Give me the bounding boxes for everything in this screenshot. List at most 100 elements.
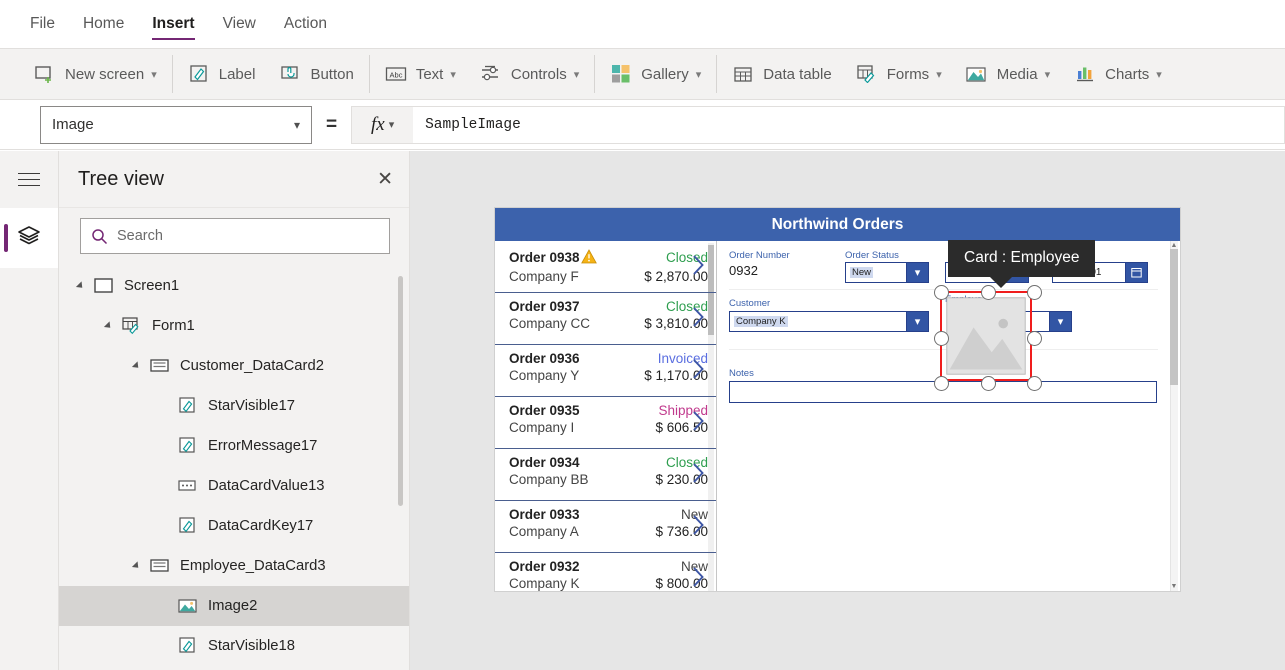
- media-icon: [966, 63, 988, 85]
- ribbon-divider: [171, 55, 173, 93]
- tree-node-label: DataCardKey17: [208, 518, 314, 534]
- tree-node-screen1[interactable]: Screen1: [59, 266, 409, 306]
- tree-node-datacardvalue13[interactable]: DataCardValue13: [59, 466, 409, 506]
- tree-view-panel: Tree view ✕ Search Screen1 Form1 Customer_…: [59, 151, 410, 670]
- charts-button[interactable]: Charts ▾: [1064, 54, 1172, 94]
- gallery-item[interactable]: Order 0934 Closed Company BB $ 230.00: [495, 449, 716, 501]
- fx-button[interactable]: fx ▾: [351, 105, 414, 144]
- tree-view-scrollbar[interactable]: [398, 276, 403, 506]
- order-id: Order 0936: [509, 351, 580, 366]
- label-button[interactable]: Label: [178, 54, 266, 94]
- resize-handle-sw[interactable]: [934, 376, 949, 391]
- text-button-label: Text: [415, 65, 444, 83]
- gallery-button[interactable]: Gallery ▾: [600, 54, 711, 94]
- tree-node-starvisible17[interactable]: StarVisible17: [59, 386, 409, 426]
- chevron-down-icon: ▾: [936, 68, 942, 81]
- search-placeholder: Search: [117, 228, 163, 244]
- selected-image-control[interactable]: [934, 285, 1042, 391]
- new-screen-button[interactable]: New screen ▾: [24, 54, 167, 94]
- chevron-right-icon[interactable]: [692, 358, 705, 380]
- order-number-value: 0932: [729, 263, 758, 278]
- tree-node-datacardkey17[interactable]: DataCardKey17: [59, 506, 409, 546]
- tree-node-errormessage17[interactable]: ErrorMessage17: [59, 426, 409, 466]
- charts-button-label: Charts: [1105, 65, 1150, 83]
- hamburger-menu-button[interactable]: [0, 151, 58, 208]
- resize-handle-e[interactable]: [1027, 330, 1042, 346]
- order-id: Order 0935: [509, 403, 580, 418]
- label-icon: [188, 63, 210, 85]
- tree-node-employee_datacard3[interactable]: Employee_DataCard3: [59, 546, 409, 586]
- left-rail: [0, 151, 59, 670]
- chevron-right-icon[interactable]: [692, 306, 705, 328]
- ribbon-divider: [368, 55, 370, 93]
- chevron-down-icon: ▾: [1049, 312, 1071, 331]
- forms-button-label: Forms: [886, 65, 930, 83]
- property-selector[interactable]: Image ▾: [40, 105, 312, 144]
- scroll-down-icon[interactable]: ▼: [1170, 582, 1178, 591]
- resize-handle-ne[interactable]: [1027, 285, 1042, 300]
- tooltip-tail: [990, 277, 1012, 288]
- order-id: Order 0934: [509, 455, 580, 470]
- form-scrollbar-thumb[interactable]: [1170, 249, 1178, 385]
- tree-node-label: Screen1: [124, 278, 180, 294]
- ribbon-divider: [594, 55, 596, 93]
- gallery-item[interactable]: Order 0932 New Company K $ 800.00: [495, 553, 716, 591]
- resize-handle-se[interactable]: [1027, 376, 1042, 391]
- charts-icon: [1074, 63, 1096, 85]
- gallery-item[interactable]: Order 0935 Shipped Company I $ 606.50: [495, 397, 716, 449]
- chevron-down-icon: ▾: [450, 68, 456, 81]
- chevron-right-icon[interactable]: [692, 462, 705, 484]
- gallery-item[interactable]: Order 0937 Closed Company CC $ 3,810.00: [495, 293, 716, 345]
- expand-collapse-icon[interactable]: [103, 320, 115, 332]
- tree-node-starvisible18[interactable]: StarVisible18: [59, 626, 409, 656]
- chevron-right-icon[interactable]: [692, 514, 705, 536]
- data-table-button[interactable]: Data table: [722, 54, 841, 94]
- button-button[interactable]: Button: [269, 54, 363, 94]
- chevron-right-icon[interactable]: [692, 410, 705, 432]
- expand-collapse-icon[interactable]: [131, 560, 143, 572]
- image-control-icon: [177, 596, 199, 616]
- chevron-right-icon[interactable]: [692, 254, 705, 276]
- expand-collapse-icon[interactable]: [131, 360, 143, 372]
- app-canvas-area: Northwind Orders Order 0938 Closed Company…: [410, 151, 1285, 670]
- gallery-item[interactable]: Order 0936 Invoiced Company Y $ 1,170.00: [495, 345, 716, 397]
- ribbon-toolbar: New screen ▾ Label Button Abc Text ▾ Con…: [0, 48, 1285, 100]
- resize-handle-nw[interactable]: [934, 285, 949, 300]
- label-control-icon: [177, 396, 199, 416]
- order-number-label: Order Number: [729, 250, 790, 261]
- close-icon[interactable]: ✕: [377, 170, 393, 189]
- menu-item-insert[interactable]: Insert: [152, 0, 195, 48]
- chevron-down-icon: ▾: [1044, 68, 1051, 81]
- tree-node-image2[interactable]: Image2: [59, 586, 409, 626]
- gallery-item[interactable]: Order 0933 New Company A $ 736.00: [495, 501, 716, 553]
- formula-input[interactable]: SampleImage: [413, 105, 1285, 144]
- notes-label: Notes: [729, 368, 754, 379]
- expand-collapse-icon[interactable]: [75, 280, 87, 292]
- menu-item-home[interactable]: Home: [83, 0, 124, 48]
- resize-handle-w[interactable]: [934, 330, 949, 346]
- text-button[interactable]: Abc Text ▾: [375, 54, 466, 94]
- search-input[interactable]: Search: [80, 218, 390, 254]
- controls-button[interactable]: Controls ▾: [470, 54, 589, 94]
- tree-node-customer_datacard2[interactable]: Customer_DataCard2: [59, 346, 409, 386]
- svg-text:Abc: Abc: [389, 71, 402, 80]
- app-title-bar: Northwind Orders: [495, 208, 1180, 241]
- menu-item-file[interactable]: File: [30, 0, 55, 48]
- menu-item-view[interactable]: View: [223, 0, 256, 48]
- button-icon: [279, 63, 301, 85]
- forms-button[interactable]: Forms ▾: [846, 54, 952, 94]
- menu-item-action[interactable]: Action: [284, 0, 327, 48]
- orders-gallery[interactable]: Order 0938 Closed Company F $ 2,870.00 Order…: [495, 241, 717, 591]
- tree-node-form1[interactable]: Form1: [59, 306, 409, 346]
- chevron-down-icon: ▾: [695, 68, 702, 81]
- gallery-item[interactable]: Order 0938 Closed Company F $ 2,870.00: [495, 241, 716, 293]
- order-status-dropdown[interactable]: New ▾: [845, 262, 929, 283]
- label-control-icon: [177, 636, 199, 656]
- rail-item-tree-view[interactable]: [0, 208, 58, 268]
- customer-dropdown[interactable]: Company K ▾: [729, 311, 929, 332]
- resize-handle-s[interactable]: [980, 376, 996, 391]
- media-button[interactable]: Media ▾: [956, 54, 1060, 94]
- datacard-icon: [149, 356, 171, 376]
- chevron-right-icon[interactable]: [692, 566, 705, 588]
- app-body: Order 0938 Closed Company F $ 2,870.00 Order…: [495, 241, 1180, 591]
